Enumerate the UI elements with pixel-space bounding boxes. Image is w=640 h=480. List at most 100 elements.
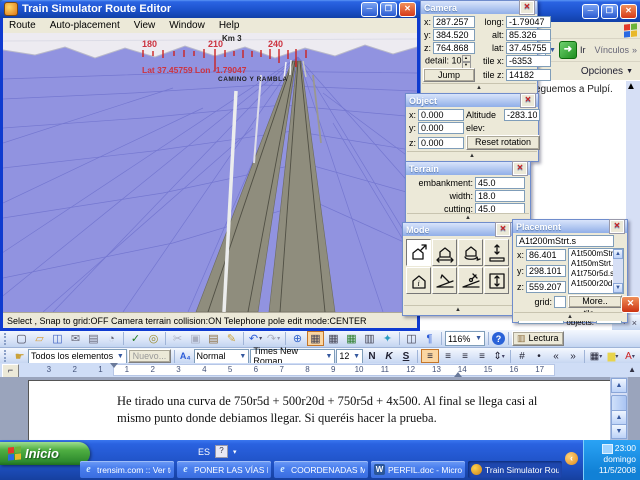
copy-icon[interactable]: ▣ [187,331,204,346]
redo-icon[interactable]: ↷ [265,331,282,346]
toolbar-grip[interactable] [4,333,10,345]
justify-button[interactable]: ≡ [474,349,490,363]
placement-z-input[interactable] [526,281,566,293]
taskbar-button[interactable]: PERFIL.doc - Microso... [371,461,465,478]
mode-close-icon[interactable]: ✕ [496,223,510,236]
bold-button[interactable]: N [364,349,380,363]
collapse-handle[interactable]: ▲ [407,213,529,222]
placement-x-input[interactable] [526,249,566,261]
hyperlink-icon[interactable]: ⊕ [289,331,306,346]
route-editor-titlebar[interactable]: Train Simulator Route Editor ─ ❐ ✕ [0,0,420,18]
previous-page-icon[interactable]: ▲ [611,410,627,425]
section-listbox[interactable]: A1t500mStrt.sA1t50mStrt.sA1t750r5d.sA1t5… [568,248,624,294]
undo-icon[interactable]: ↶ [247,331,264,346]
styles-dropdown[interactable]: Todos los elementos▼ [28,349,127,364]
ie-restore-button[interactable]: ❐ [601,4,618,19]
bullets-button[interactable]: • [531,349,547,363]
new-document-icon[interactable]: ▢ [13,331,30,346]
network-icon[interactable] [602,444,613,454]
menu-item[interactable]: Route [9,20,36,31]
align-right-button[interactable]: ≡ [457,349,473,363]
object-z-input[interactable] [418,137,464,149]
mode-select-button[interactable] [406,239,431,266]
terrain-value-input[interactable] [475,177,525,189]
research-icon[interactable]: ◎ [145,331,162,346]
open-folder-icon[interactable]: ▱ [31,331,48,346]
go-button[interactable]: ➜ [559,41,577,59]
word-scrollbar[interactable]: ▲ ▲ ▼ [610,377,628,440]
new-style-button[interactable]: Nuevo... [128,349,171,363]
options-label[interactable]: Opciones [581,66,623,77]
collapse-handle[interactable]: ▲ [514,312,626,321]
terrain-close-icon[interactable]: ✕ [513,162,527,175]
list-scrollbar[interactable]: ▲ ▼ [613,249,623,293]
word-close-button[interactable]: ✕ [621,296,640,313]
cut-icon[interactable]: ✂ [169,331,186,346]
camera-y-input[interactable] [433,29,475,41]
mode-info-button[interactable]: i [406,267,431,294]
detail-spinner[interactable]: ▲▼ [462,55,471,67]
columns-icon[interactable]: ▥ [361,331,378,346]
collapse-handle[interactable]: ▲ [407,151,537,160]
ie-minimize-button[interactable]: ─ [582,4,599,19]
style-dropdown[interactable]: Normal▼ [194,349,250,364]
show-paragraph-icon[interactable]: ¶ [421,331,438,346]
underline-button[interactable]: S [398,349,414,363]
taskbar-button[interactable]: PONER LAS VÍAS HA... [177,461,271,478]
next-page-icon[interactable]: ▼ [611,424,627,439]
font-color-button[interactable]: A [622,349,638,363]
maximize-button[interactable]: ❐ [380,2,397,17]
camera-long-input[interactable] [506,16,551,28]
camera-lat-input[interactable] [506,42,551,54]
mode-pick-slope-button[interactable] [458,267,483,294]
zoom-select[interactable]: 116%▼ [445,331,485,346]
help-icon[interactable]: ? [492,332,505,345]
mail-icon[interactable]: ✉ [67,331,84,346]
collapse-handle[interactable]: ▲ [422,83,536,92]
help-icon[interactable]: ? [215,445,228,458]
collapse-handle[interactable]: ▲ [404,305,512,314]
object-y-input[interactable] [418,122,464,134]
menu-item[interactable]: Window [169,20,205,31]
menu-item[interactable]: View [134,20,156,31]
styles-formatting-icon[interactable]: A₄ [178,349,193,364]
language-indicator[interactable]: ES [198,447,210,457]
highlight-button[interactable]: ▆ [605,349,621,363]
first-line-indent-marker[interactable] [110,363,118,372]
menu-item[interactable]: Auto-placement [50,20,120,31]
mode-vertical-button[interactable] [484,267,509,294]
grid-checkbox[interactable] [554,296,566,308]
menu-item[interactable]: Help [219,20,240,31]
save-icon[interactable]: ◫ [49,331,66,346]
scroll-down-icon[interactable]: ▼ [613,283,623,293]
document-map-icon[interactable]: ◫ [403,331,420,346]
reading-view-button[interactable]: ▥ Lectura [512,331,564,346]
mode-slope-button[interactable] [432,267,457,294]
minimize-button[interactable]: ─ [361,2,378,17]
format-painter-icon[interactable]: ✎ [223,331,240,346]
altitude-input[interactable] [504,109,540,121]
close-button[interactable]: ✕ [399,2,416,17]
tables-borders-icon[interactable]: ▦ [307,331,324,346]
print-preview-icon[interactable]: ◔ [103,331,120,346]
tab-selector[interactable]: ⌐ [2,364,19,378]
jump-button[interactable]: Jump [423,68,475,82]
decrease-indent-button[interactable]: « [548,349,564,363]
right-indent-marker[interactable] [454,368,462,377]
align-center-button[interactable]: ≡ [440,349,456,363]
toolbar-grip[interactable] [4,350,9,362]
links-chevron-icon[interactable]: » [632,45,637,55]
camera-z-input[interactable] [433,42,475,54]
start-button[interactable]: Inicio [0,442,90,465]
font-dropdown[interactable]: Times New Roman▼ [250,349,335,364]
taskbar-button[interactable]: trensim.com :: Ver te... [80,461,174,478]
close-icon[interactable]: × [632,318,637,328]
scroll-up-icon[interactable]: ▲ [611,378,627,393]
terrain-value-input[interactable] [475,190,525,202]
print-icon[interactable]: ▤ [85,331,102,346]
tray-chevron-icon[interactable]: ‹ [565,452,578,465]
taskbar-button[interactable]: Train Simulator Route... [468,461,562,478]
increase-indent-button[interactable]: » [565,349,581,363]
current-section-input[interactable] [516,235,614,247]
taskbar-button[interactable]: COORDENADAS MUR... [274,461,368,478]
